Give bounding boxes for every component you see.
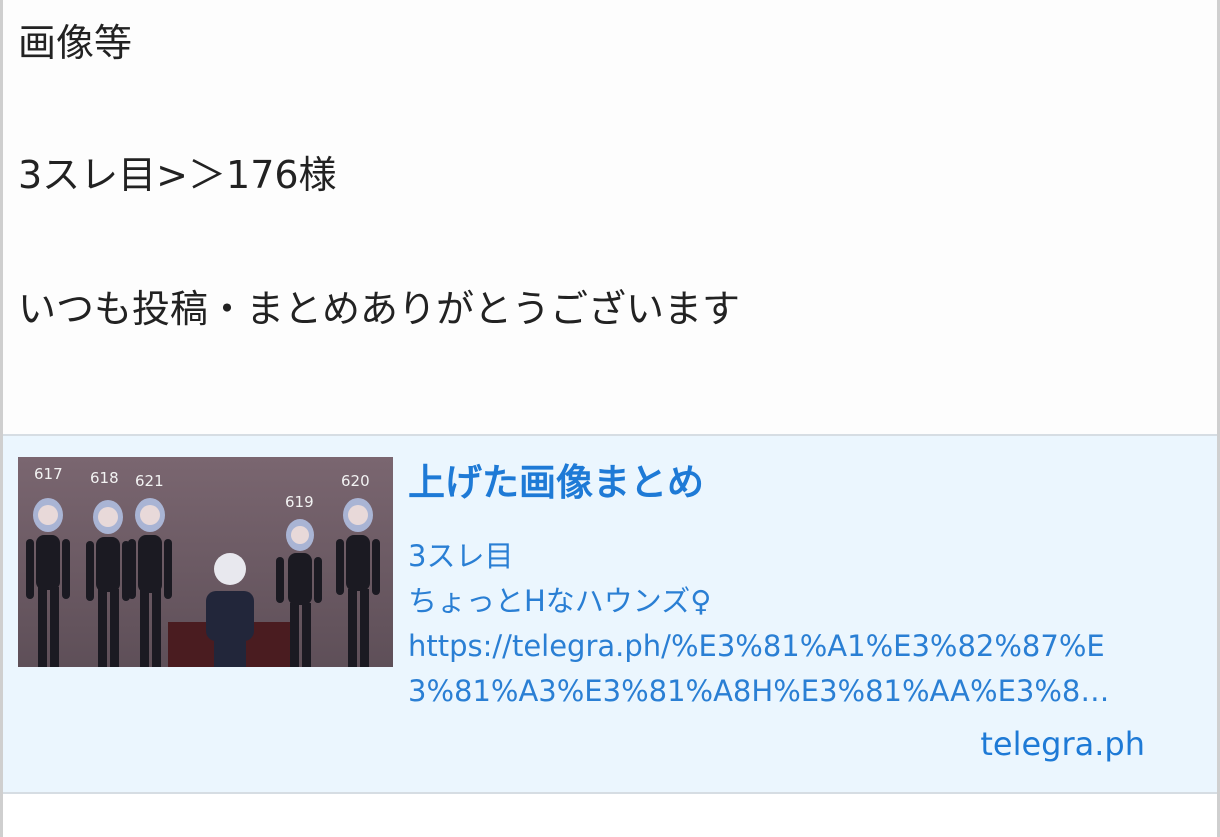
link-card-description-line: 3スレ目 (408, 539, 514, 573)
post-footer-space (3, 794, 1217, 837)
post-text-line: 3スレ目>＞176様 (18, 153, 337, 197)
thumbnail-label: 618 (90, 469, 119, 487)
post-body: 画像等 3スレ目>＞176様 いつも投稿・まとめありがとうございます (3, 0, 1217, 432)
link-preview-card[interactable]: 617 618 621 619 620 上げた画像まとめ 3スレ目 ちょっとHな… (3, 434, 1217, 794)
thumbnail-label: 620 (341, 472, 370, 490)
thumbnail-figures-picture: 617 618 621 619 620 (18, 457, 393, 667)
post-frame: 画像等 3スレ目>＞176様 いつも投稿・まとめありがとうございます 617 6… (0, 0, 1220, 837)
link-card-url-line: 3%81%A3%E3%81%A8H%E3%81%AA%E3%8… (408, 674, 1110, 708)
link-card-url-line: https://telegra.ph/%E3%81%A1%E3%82%87%E (408, 629, 1105, 663)
link-card-description-line: ちょっとHなハウンズ♀ (408, 584, 712, 618)
thumbnail-label: 617 (34, 465, 63, 483)
post-text-line: 画像等 (18, 21, 133, 65)
post-text-line: いつも投稿・まとめありがとうございます (18, 287, 741, 331)
link-thumbnail-image[interactable]: 617 618 621 619 620 (18, 457, 393, 667)
link-card-title[interactable]: 上げた画像まとめ (408, 464, 704, 501)
link-card-domain[interactable]: telegra.ph (980, 728, 1145, 760)
link-card-description: 3スレ目 ちょっとHなハウンズ♀ https://telegra.ph/%E3%… (408, 534, 1210, 714)
thumbnail-label: 619 (285, 493, 314, 511)
thumbnail-label: 621 (135, 472, 164, 490)
